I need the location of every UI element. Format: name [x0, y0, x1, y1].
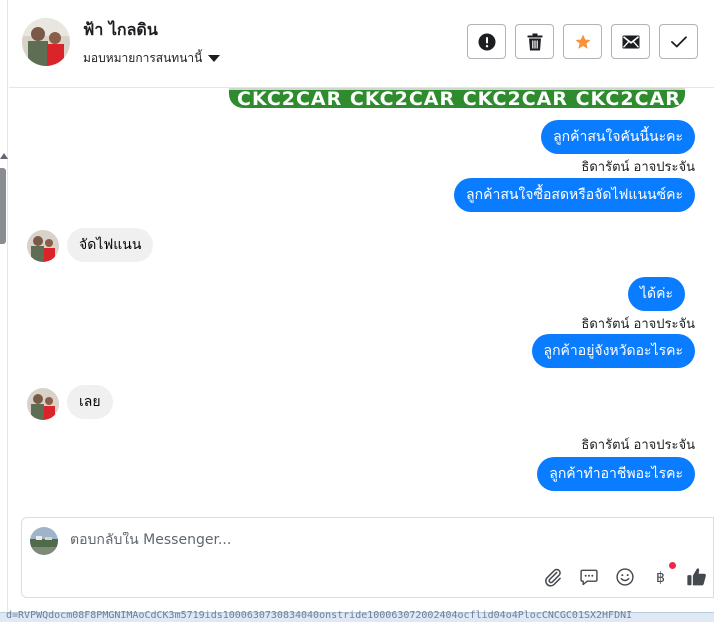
- message-bubble-outgoing[interactable]: ลูกค้าทำอาชีพอะไรคะ: [537, 457, 695, 491]
- thumbs-up-icon: [687, 568, 706, 586]
- report-button[interactable]: [467, 24, 506, 59]
- envelope-icon: [622, 35, 639, 48]
- contact-avatar-small: [27, 388, 59, 420]
- payment-button[interactable]: ฿: [648, 562, 676, 590]
- paperclip-icon: [545, 568, 561, 587]
- reply-composer: ฿: [21, 517, 714, 598]
- star-icon: [575, 34, 590, 49]
- status-url-text: d=RVPWQdocm08F8PMGNIMAoCdCK3m5719ids1000…: [6, 610, 633, 621]
- scroll-thumb[interactable]: [0, 168, 6, 244]
- scroll-up-arrow-icon[interactable]: [0, 153, 8, 159]
- left-scrollbar[interactable]: [0, 0, 8, 622]
- saved-replies-button[interactable]: [576, 564, 602, 590]
- page-avatar: [30, 527, 58, 555]
- mark-unread-button[interactable]: [611, 24, 650, 59]
- trash-icon: [527, 33, 542, 50]
- composer-tools: ฿: [540, 562, 710, 590]
- attach-file-button[interactable]: [540, 564, 566, 590]
- browser-status-bar: d=RVPWQdocm08F8PMGNIMAoCdCK3m5719ids1000…: [0, 610, 714, 622]
- message-bubble-outgoing[interactable]: ลูกค้าอยู่จังหวัดอะไรคะ: [531, 334, 695, 368]
- message-bubble-outgoing[interactable]: ได้ค่ะ: [627, 277, 685, 311]
- baht-payment-icon: ฿: [656, 570, 665, 586]
- message-bubble-outgoing[interactable]: ลูกค้าสนใจคันนี้นะคะ: [541, 120, 695, 154]
- checkmark-icon: [670, 35, 687, 47]
- reply-input[interactable]: [70, 532, 610, 548]
- message-bubble-outgoing[interactable]: ลูกค้าสนใจซื้อสดหรือจัดไฟแนนซ์คะ: [454, 178, 695, 212]
- contact-avatar[interactable]: [22, 18, 70, 66]
- message-sender-name: ธิดารัตน์ อาจประจัน: [581, 438, 695, 453]
- message-thread[interactable]: CKC2CAR CKC2CAR CKC2CAR CKC2CAR CKC2CAR …: [9, 88, 714, 513]
- message-bubble-incoming[interactable]: เลย: [67, 385, 113, 419]
- conversation-actions: [467, 24, 698, 59]
- assign-label: มอบหมายการสนทนานี้: [83, 51, 203, 65]
- delete-button[interactable]: [515, 24, 554, 59]
- notification-dot: [669, 562, 676, 569]
- emoji-icon: [616, 568, 634, 586]
- exclamation-circle-icon: [478, 33, 495, 50]
- message-bubble-incoming[interactable]: จัดไฟแนน: [67, 228, 154, 262]
- attachment-banner-text: CKC2CAR CKC2CAR CKC2CAR CKC2CAR CKC2CAR …: [237, 88, 685, 108]
- send-like-button[interactable]: [684, 564, 710, 590]
- star-button[interactable]: [563, 24, 602, 59]
- shared-image-attachment[interactable]: CKC2CAR CKC2CAR CKC2CAR CKC2CAR CKC2CAR …: [229, 88, 685, 108]
- saved-reply-icon: [580, 569, 598, 586]
- message-sender-name: ธิดารัตน์ อาจประจัน: [581, 317, 695, 332]
- emoji-button[interactable]: [612, 564, 638, 590]
- contact-name[interactable]: ฟ้า ไกลดิน: [83, 18, 158, 43]
- mark-done-button[interactable]: [659, 24, 698, 59]
- caret-down-icon: [208, 55, 221, 62]
- assign-conversation-dropdown[interactable]: มอบหมายการสนทนานี้: [83, 49, 221, 68]
- message-sender-name: ธิดารัตน์ อาจประจัน: [581, 160, 695, 175]
- conversation-header: ฟ้า ไกลดิน มอบหมายการสนทนานี้: [9, 0, 714, 88]
- contact-avatar-small: [27, 230, 59, 262]
- svg-text:฿: ฿: [656, 570, 665, 586]
